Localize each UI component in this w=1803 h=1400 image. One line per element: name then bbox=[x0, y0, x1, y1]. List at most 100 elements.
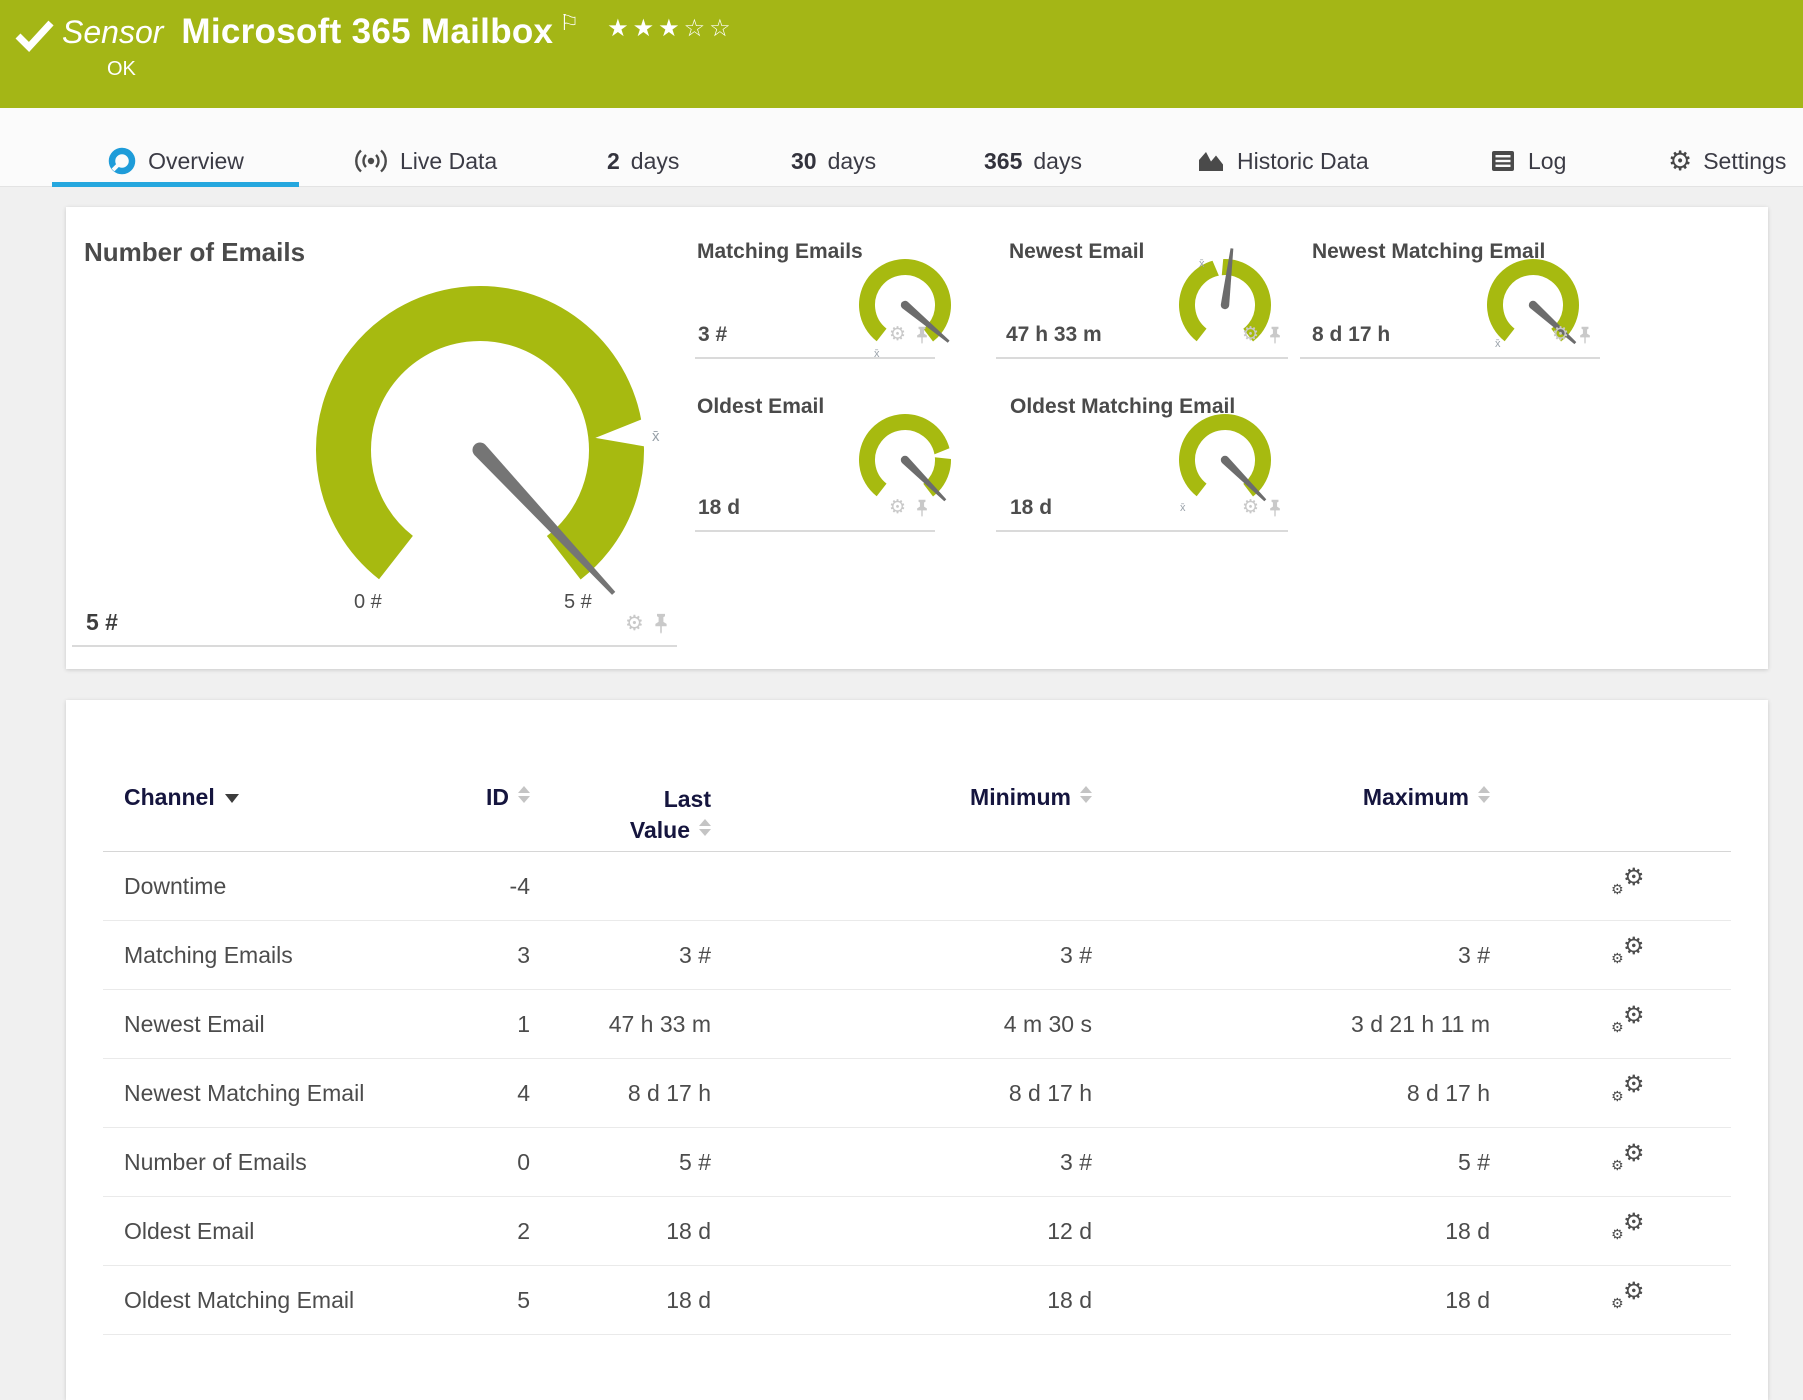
channel-gear-icon[interactable]: ⚙ bbox=[625, 613, 644, 634]
tile-underline bbox=[996, 530, 1288, 532]
column-header-minimum[interactable]: Minimum bbox=[792, 784, 1092, 811]
active-tab-underline bbox=[52, 182, 299, 187]
cell-id: -4 bbox=[509, 873, 530, 899]
cell-channel: Newest Email bbox=[124, 1011, 265, 1037]
table-row-newest-matching-email: Newest Matching Email 4 8 d 17 h 8 d 17 … bbox=[66, 1058, 1768, 1127]
stars-empty[interactable]: ☆☆ bbox=[684, 14, 735, 42]
cell-last-value: 47 h 33 m bbox=[608, 1011, 711, 1037]
cell-maximum: 8 d 17 h bbox=[1406, 1080, 1490, 1106]
sort-arrows-icon bbox=[1478, 786, 1490, 803]
main-gauge-scale-max: 5 # bbox=[564, 591, 592, 613]
tile-underline bbox=[1300, 357, 1600, 359]
gauges-panel: Number of Emails x̄ x̄ x̄ x̄ x̄ 0 # 5 # … bbox=[66, 207, 1768, 669]
channel-settings-gear-icon[interactable]: ⚙ ⚙ bbox=[1611, 863, 1655, 907]
cell-maximum: 5 # bbox=[1458, 1149, 1490, 1175]
tab-settings[interactable]: ⚙ Settings bbox=[1668, 140, 1786, 182]
cell-maximum: 3 d 21 h 11 m bbox=[1351, 1011, 1490, 1037]
sensor-header-bar: Sensor Microsoft 365 Mailbox ⚐ ★★★☆☆ OK bbox=[0, 0, 1803, 108]
channel-settings-gear-icon[interactable]: ⚙ ⚙ bbox=[1611, 1070, 1655, 1114]
tab-live-data-label: Live Data bbox=[400, 147, 498, 174]
cell-maximum: 18 d bbox=[1445, 1218, 1490, 1244]
tab-overview[interactable]: Overview bbox=[52, 140, 299, 182]
table-row-downtime: Downtime -4 ⚙ ⚙ bbox=[66, 851, 1768, 920]
tab-2-days-label: days bbox=[630, 147, 680, 174]
tab-365-days-label: days bbox=[1033, 147, 1082, 174]
tab-historic-data[interactable]: Historic Data bbox=[1196, 140, 1369, 182]
cell-channel: Oldest Email bbox=[124, 1218, 255, 1244]
cell-minimum: 3 # bbox=[1060, 942, 1092, 968]
main-gauge[interactable]: x̄ bbox=[288, 258, 671, 641]
tile-value: 47 h 33 m bbox=[1006, 323, 1102, 346]
log-list-icon bbox=[1492, 151, 1514, 171]
historic-data-chart-icon bbox=[1199, 152, 1223, 171]
cell-minimum: 4 m 30 s bbox=[1003, 1011, 1092, 1037]
tile-average-marker-label: x̄ bbox=[1495, 338, 1501, 350]
channel-gear-icon[interactable]: ⚙ bbox=[1552, 325, 1569, 344]
tab-live-data[interactable]: Live Data bbox=[353, 140, 497, 182]
stars-filled[interactable]: ★★★ bbox=[607, 14, 684, 42]
channel-settings-gear-icon[interactable]: ⚙ ⚙ bbox=[1611, 1139, 1655, 1183]
tab-log-label: Log bbox=[1528, 147, 1567, 174]
channel-gear-icon[interactable]: ⚙ bbox=[889, 498, 906, 517]
channel-settings-gear-icon[interactable]: ⚙ ⚙ bbox=[1611, 1001, 1655, 1045]
cell-minimum: 3 # bbox=[1060, 1149, 1092, 1175]
channel-pin-icon[interactable] bbox=[1578, 326, 1592, 344]
tab-log[interactable]: Log bbox=[1489, 140, 1566, 182]
tab-30-days[interactable]: 30 days bbox=[791, 140, 876, 182]
cell-last-value: 8 d 17 h bbox=[627, 1080, 711, 1106]
cell-last-value: 3 # bbox=[679, 942, 711, 968]
column-header-maximum[interactable]: Maximum bbox=[1190, 784, 1490, 811]
tile-title: Oldest Email bbox=[697, 395, 825, 418]
main-gauge-average-marker-label: x̄ bbox=[652, 428, 660, 445]
cell-minimum: 18 d bbox=[1047, 1287, 1092, 1313]
tab-overview-label: Overview bbox=[148, 147, 244, 174]
table-row-matching-emails: Matching Emails 3 3 # 3 # 3 # ⚙ ⚙ bbox=[66, 920, 1768, 989]
table-row-oldest-matching-email: Oldest Matching Email 5 18 d 18 d 18 d ⚙… bbox=[66, 1265, 1768, 1334]
sort-active-desc-icon bbox=[224, 794, 239, 803]
cell-channel: Oldest Matching Email bbox=[124, 1287, 355, 1313]
tile-title: Oldest Matching Email bbox=[1010, 395, 1236, 418]
main-gauge-scale-min: 0 # bbox=[354, 591, 382, 613]
priority-star-rating[interactable]: ★★★☆☆ bbox=[607, 14, 735, 42]
main-gauge-underline bbox=[72, 645, 677, 647]
tab-settings-label: Settings bbox=[1703, 147, 1787, 174]
tab-2-days-number: 2 bbox=[607, 147, 620, 174]
tile-underline bbox=[695, 530, 935, 532]
cell-maximum: 3 # bbox=[1458, 942, 1490, 968]
channel-pin-icon[interactable] bbox=[915, 499, 929, 517]
settings-gear-icon: ⚙ bbox=[1668, 145, 1693, 177]
channel-gear-icon[interactable]: ⚙ bbox=[1242, 325, 1259, 344]
tile-title: Matching Emails bbox=[697, 240, 863, 263]
tile-average-marker-label: x̄ bbox=[1180, 502, 1186, 514]
channel-settings-gear-icon[interactable]: ⚙ ⚙ bbox=[1611, 932, 1655, 976]
channel-pin-icon[interactable] bbox=[915, 326, 929, 344]
tab-30-days-label: days bbox=[827, 147, 877, 174]
priority-flag-icon[interactable]: ⚐ bbox=[559, 11, 579, 36]
channel-settings-gear-icon[interactable]: ⚙ ⚙ bbox=[1611, 1208, 1655, 1252]
cell-channel: Number of Emails bbox=[124, 1149, 307, 1175]
channel-pin-icon[interactable] bbox=[1268, 499, 1282, 517]
tile-title: Newest Email bbox=[1009, 240, 1145, 263]
tile-value: 18 d bbox=[698, 496, 741, 519]
cell-channel: Matching Emails bbox=[124, 942, 293, 968]
main-gauge-value: 5 # bbox=[86, 609, 118, 635]
channel-settings-gear-icon[interactable]: ⚙ ⚙ bbox=[1611, 1277, 1655, 1321]
prtg-sensor-page: { "header": { "kind_label": "Sensor", "t… bbox=[0, 0, 1803, 1400]
channel-pin-icon[interactable] bbox=[653, 613, 669, 634]
channel-pin-icon[interactable] bbox=[1268, 326, 1282, 344]
cell-last-value: 5 # bbox=[679, 1149, 711, 1175]
column-header-channel[interactable]: Channel bbox=[124, 784, 239, 811]
channel-gear-icon[interactable]: ⚙ bbox=[889, 325, 906, 344]
tab-365-days[interactable]: 365 days bbox=[984, 140, 1082, 182]
cell-last-value: 18 d bbox=[666, 1218, 711, 1244]
tile-value: 18 d bbox=[1010, 496, 1053, 519]
cell-minimum: 12 d bbox=[1047, 1218, 1092, 1244]
cell-maximum: 18 d bbox=[1445, 1287, 1490, 1313]
tab-30-days-number: 30 bbox=[791, 147, 817, 174]
column-header-last-value[interactable]: Last Value bbox=[411, 784, 711, 846]
sensor-kind-label: Sensor bbox=[62, 14, 164, 50]
channel-gear-icon[interactable]: ⚙ bbox=[1242, 498, 1259, 517]
table-row-oldest-email: Oldest Email 2 18 d 12 d 18 d ⚙ ⚙ bbox=[66, 1196, 1768, 1265]
tab-365-days-number: 365 bbox=[984, 147, 1023, 174]
tab-2-days[interactable]: 2 days bbox=[607, 140, 679, 182]
